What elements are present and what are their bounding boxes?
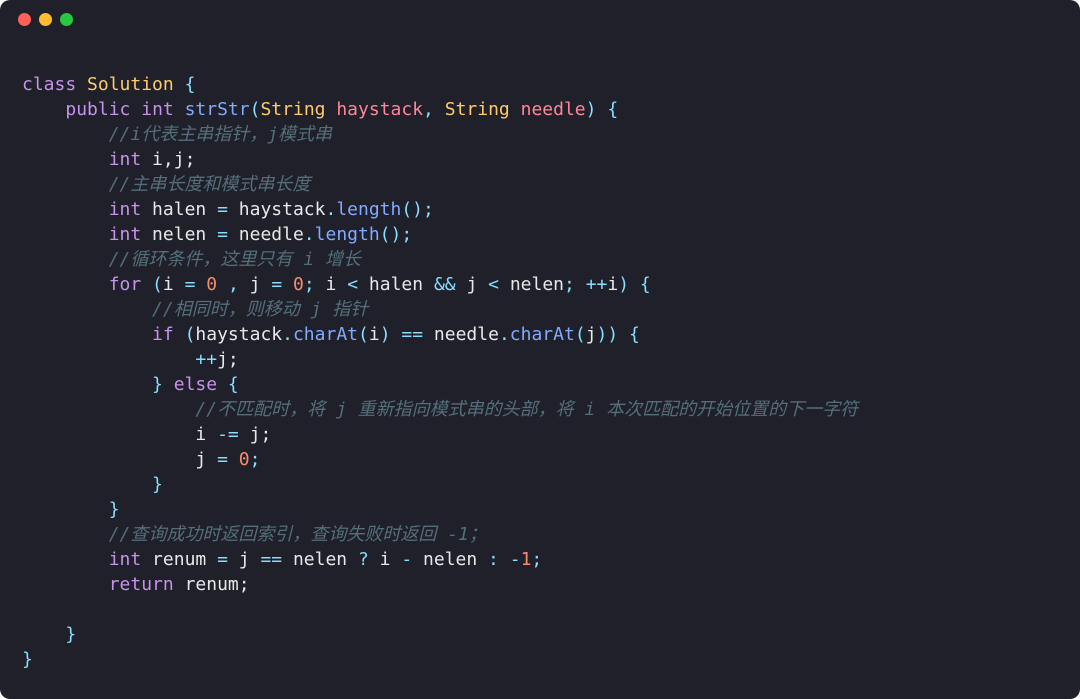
indent bbox=[22, 199, 109, 220]
type-int: int bbox=[109, 549, 142, 570]
op-eq: = bbox=[217, 199, 228, 220]
indent bbox=[22, 399, 195, 420]
num-one: 1 bbox=[521, 549, 532, 570]
kw-class: class bbox=[22, 74, 76, 95]
type-string: String bbox=[260, 99, 325, 120]
comment: //相同时，则移动 j 指针 bbox=[152, 299, 368, 320]
param-needle: needle bbox=[521, 99, 586, 120]
class-name: Solution bbox=[87, 74, 174, 95]
brace: } bbox=[152, 474, 163, 495]
kw-return: return bbox=[109, 574, 174, 595]
paren: ( bbox=[250, 99, 261, 120]
num-zero: 0 bbox=[293, 274, 304, 295]
indent bbox=[22, 149, 109, 170]
type-string: String bbox=[445, 99, 510, 120]
type-int: int bbox=[141, 99, 174, 120]
kw-public: public bbox=[65, 99, 130, 120]
var-halen: halen bbox=[141, 199, 217, 220]
kw-for: for bbox=[109, 274, 142, 295]
comma: , bbox=[423, 99, 434, 120]
comment: //不匹配时，将 j 重新指向模式串的头部，将 i 本次匹配的开始位置的下一字符 bbox=[195, 399, 858, 420]
maximize-icon[interactable] bbox=[60, 13, 73, 26]
fn-name: strStr bbox=[185, 99, 250, 120]
indent bbox=[22, 124, 109, 145]
op-minus-eq: -= bbox=[217, 424, 239, 445]
space bbox=[76, 74, 87, 95]
indent bbox=[22, 374, 152, 395]
indent bbox=[22, 474, 152, 495]
indent bbox=[22, 249, 109, 270]
num-zero: 0 bbox=[239, 449, 250, 470]
minimize-icon[interactable] bbox=[39, 13, 52, 26]
fn-length: length bbox=[315, 224, 380, 245]
fn-charat: charAt bbox=[293, 324, 358, 345]
comment: //循环条件，这里只有 i 增长 bbox=[109, 249, 361, 270]
brace: } bbox=[65, 624, 76, 645]
brace: { bbox=[174, 74, 196, 95]
vars-ij: i,j; bbox=[141, 149, 195, 170]
code-area: class Solution { public int strStr(Strin… bbox=[0, 38, 1080, 672]
kw-if: if bbox=[152, 324, 174, 345]
indent bbox=[22, 424, 195, 445]
indent bbox=[22, 624, 65, 645]
comment: //主串长度和模式串长度 bbox=[109, 174, 311, 195]
kw-else: else bbox=[163, 374, 228, 395]
indent bbox=[22, 274, 109, 295]
op-inc: ++ bbox=[195, 349, 217, 370]
op-eq: = bbox=[217, 224, 228, 245]
type-int: int bbox=[109, 224, 142, 245]
fn-length: length bbox=[336, 199, 401, 220]
indent bbox=[22, 549, 109, 570]
indent bbox=[22, 524, 109, 545]
param-haystack: haystack bbox=[336, 99, 423, 120]
var-nelen: nelen bbox=[141, 224, 217, 245]
indent bbox=[22, 574, 109, 595]
indent bbox=[22, 299, 152, 320]
indent bbox=[22, 99, 65, 120]
indent bbox=[22, 449, 195, 470]
indent bbox=[22, 174, 109, 195]
indent bbox=[22, 499, 109, 520]
indent bbox=[22, 349, 195, 370]
obj: needle bbox=[239, 224, 304, 245]
indent bbox=[22, 324, 152, 345]
indent bbox=[22, 224, 109, 245]
brace: } bbox=[109, 499, 120, 520]
paren: ) bbox=[586, 99, 597, 120]
close-icon[interactable] bbox=[18, 13, 31, 26]
brace: { bbox=[596, 99, 618, 120]
type-int: int bbox=[109, 199, 142, 220]
comment: //查询成功时返回索引，查询失败时返回 -1； bbox=[109, 524, 487, 545]
obj: haystack bbox=[239, 199, 326, 220]
titlebar bbox=[0, 0, 1080, 38]
num-zero: 0 bbox=[206, 274, 217, 295]
brace: } bbox=[22, 649, 33, 670]
comment: //i代表主串指针，j模式串 bbox=[109, 124, 332, 145]
type-int: int bbox=[109, 149, 142, 170]
editor-window: class Solution { public int strStr(Strin… bbox=[0, 0, 1080, 699]
fn-charat: charAt bbox=[510, 324, 575, 345]
